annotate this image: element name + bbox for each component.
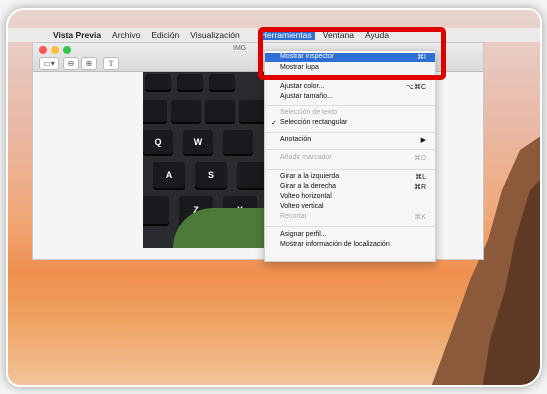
sidebar-toggle-icon: ▭▾: [43, 59, 55, 68]
key-w: W: [183, 130, 213, 154]
menu-archivo[interactable]: Archivo: [112, 30, 140, 40]
key-q: Q: [143, 130, 173, 154]
menu-separator: [265, 169, 435, 170]
zoom-out-button[interactable]: ⊖: [63, 57, 79, 70]
share-button[interactable]: ⇧: [103, 57, 119, 70]
menu-item-label: Girar a la izquierda: [280, 173, 340, 180]
menu-item-label: Selección de texto: [280, 109, 338, 116]
menu-item-label: Volteo horizontal: [280, 193, 332, 200]
sidebar-toggle-button[interactable]: ▭▾: [39, 57, 59, 70]
menu-item-shortcut: ⌘K: [414, 214, 426, 221]
highlight-annotation-box: [258, 27, 446, 80]
menu-item-girar-a-la-izquierda[interactable]: Girar a la izquierda ⌘L: [265, 173, 435, 182]
menu-item-recortar: Recortar ⌘K: [265, 213, 435, 222]
menu-item-anotación[interactable]: Anotación ▶: [265, 136, 435, 145]
menu-item-label: Girar a la derecha: [280, 183, 337, 190]
share-icon: ⇧: [107, 59, 115, 68]
herramientas-menu: Mostrar inspector ⌘I Mostrar lupa Ajustar c…: [264, 50, 436, 262]
menu-item-label: Añadir marcador: [280, 154, 332, 161]
menu-separator: [265, 105, 435, 106]
menu-visualizacion[interactable]: Visualización: [190, 30, 239, 40]
menu-edicion[interactable]: Edición: [151, 30, 179, 40]
menu-item-label: Ajustar color...: [280, 83, 325, 90]
menu-item-volteo-horizontal[interactable]: Volteo horizontal: [265, 193, 435, 202]
menu-item-label: Selección rectangular: [280, 119, 348, 126]
menu-item-añadir-marcador: Añadir marcador ⌘D: [265, 154, 435, 163]
menu-item-asignar-perfil[interactable]: Asignar perfil...: [265, 231, 435, 240]
menu-item-label: Recortar: [280, 213, 307, 220]
zoom-in-button[interactable]: ⊕: [81, 57, 97, 70]
menu-item-volteo-vertical[interactable]: Volteo vertical: [265, 203, 435, 212]
menu-item-shortcut: ⌘L: [415, 174, 426, 181]
check-mark-icon: ✓: [271, 120, 277, 127]
key-a: A: [153, 162, 185, 188]
menu-separator: [265, 226, 435, 227]
menu-separator: [265, 149, 435, 150]
menu-item-ajustar-tamaño[interactable]: Ajustar tamaño...: [265, 93, 435, 102]
zoom-in-icon: ⊕: [85, 59, 93, 68]
keyboard-photo: Q W A S Z X: [143, 72, 267, 248]
menu-item-label: Asignar perfil...: [280, 231, 327, 238]
submenu-arrow-icon: ▶: [420, 137, 426, 144]
menu-item-shortcut: ⌥⌘C: [405, 84, 426, 91]
menu-separator: [265, 132, 435, 133]
zoom-out-icon: ⊖: [67, 59, 75, 68]
menu-app-name[interactable]: Vista Previa: [53, 30, 101, 40]
zoom-button[interactable]: [63, 46, 71, 54]
menu-item-label: Mostrar información de localización: [280, 241, 390, 248]
minimize-button[interactable]: [51, 46, 59, 54]
menu-item-label: Anotación: [280, 136, 312, 143]
close-button[interactable]: [39, 46, 47, 54]
window-title: IMG: [233, 45, 247, 52]
menu-item-girar-a-la-derecha[interactable]: Girar a la derecha ⌘R: [265, 183, 435, 192]
screenshot-frame: Vista Previa Archivo Edición Visualizaci…: [6, 8, 542, 387]
menu-item-mostrar-información-de-localización[interactable]: Mostrar información de localización: [265, 241, 435, 250]
menu-item-ajustar-color[interactable]: Ajustar color... ⌥⌘C: [265, 83, 435, 92]
menu-item-shortcut: ⌘R: [413, 184, 426, 191]
menu-item-shortcut: ⌘D: [413, 155, 426, 162]
menu-item-label: Volteo vertical: [280, 203, 324, 210]
menu-item-selección-rectangular[interactable]: ✓ Selección rectangular: [265, 119, 435, 128]
menu-item-label: Ajustar tamaño...: [280, 93, 333, 100]
key-s: S: [195, 162, 227, 188]
menu-item-selección-de-texto: Selección de texto: [265, 109, 435, 118]
